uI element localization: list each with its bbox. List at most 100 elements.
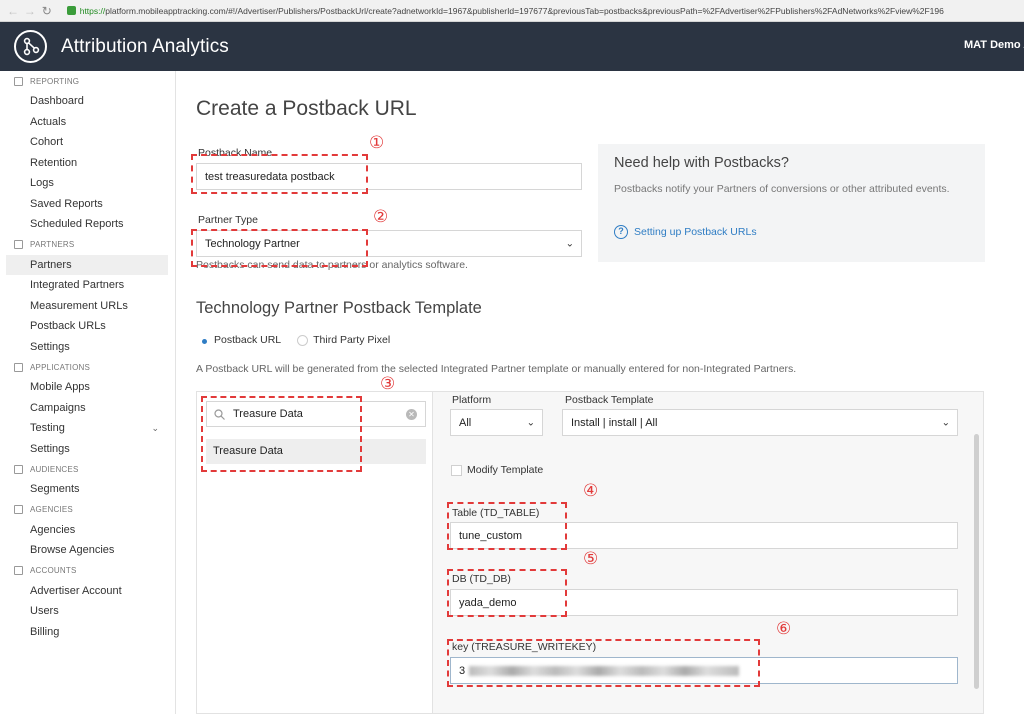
sidebar-item-agencies[interactable]: Agencies [0,520,175,541]
sidebar-item-label: Settings [30,442,70,455]
search-value: Treasure Data [233,408,303,420]
sidebar-item-label: Campaigns [30,401,86,414]
template-panel: Treasure Data ✕ Treasure Data Platform A… [196,391,984,714]
sidebar-item-label: Users [30,605,59,617]
sidebar-section-agencies: AGENCIES [0,500,175,520]
sidebar-item-settings[interactable]: Settings [0,439,175,460]
template-config-pane: Platform All ⌄ Postback Template Install… [433,392,983,713]
back-icon[interactable]: ← [6,4,20,18]
radio-postback-url-label[interactable]: Postback URL [214,334,281,346]
sidebar-item-label: Logs [30,177,54,189]
key-input[interactable]: 3 [450,657,958,684]
sidebar-item-label: Retention [30,156,78,169]
sidebar-item-label: Testing [30,422,65,434]
radio-third-party-pixel[interactable] [297,334,309,346]
postback-name-input[interactable]: test treasuredata postback [196,163,582,190]
section-icon [14,76,23,86]
db-input[interactable]: yada_demo [450,589,958,616]
app-header: Attribution Analytics MAT Demo A [0,22,1024,71]
sidebar-item-users[interactable]: Users [0,601,175,622]
sidebar-item-label: Segments [30,483,80,495]
clear-icon[interactable]: ✕ [406,409,417,420]
sidebar-item-advertiser-account[interactable]: Advertiser Account [0,581,175,602]
sidebar-item-browse-agencies[interactable]: Browse Agencies [0,540,175,561]
modify-template-checkbox[interactable] [451,464,462,476]
chevron-down-icon: ⌄ [526,417,535,428]
partner-type-label: Partner Type [198,214,258,226]
sidebar-item-dashboard[interactable]: Dashboard [0,91,175,112]
main-content: Create a Postback URL Postback Name test… [196,71,1024,714]
address-bar[interactable]: https://platform.mobileapptracking.com/#… [80,6,1024,16]
sidebar-item-saved-reports[interactable]: Saved Reports [0,194,175,215]
sidebar-item-partners[interactable]: Partners [6,254,168,275]
radio-third-party-pixel-label[interactable]: Third Party Pixel [313,334,390,346]
sidebar-item-integrated-partners[interactable]: Integrated Partners [0,275,175,296]
partner-type-select[interactable]: Technology Partner ⌄ [196,230,582,257]
sidebar-item-label: Advertiser Account [30,584,122,597]
platform-value: All [459,416,472,429]
sidebar-item-segments[interactable]: Segments [0,479,175,500]
sidebar-item-postback-urls[interactable]: Postback URLs [0,316,175,337]
sidebar-item-label: Dashboard [30,95,84,107]
sidebar-item-settings[interactable]: Settings [0,337,175,358]
platform-select[interactable]: All ⌄ [450,409,543,436]
sidebar-section-applications: APPLICATIONS [0,357,175,377]
lock-icon [66,6,76,15]
sidebar-section-title: REPORTING [30,76,80,86]
sidebar-item-label: Integrated Partners [30,279,125,291]
sidebar-item-testing[interactable]: Testing ⌄ [0,418,175,439]
forward-icon[interactable]: → [23,4,37,18]
postback-template-select[interactable]: Install | install | All ⌄ [562,409,958,436]
chevron-down-icon: ⌄ [151,423,159,433]
sidebar-section-accounts: ACCOUNTS [0,561,175,581]
db-label: DB (TD_DB) [452,573,511,585]
sidebar-item-label: Browse Agencies [30,544,115,556]
key-value-prefix: 3 [459,664,466,677]
sidebar-item-scheduled-reports[interactable]: Scheduled Reports [0,214,175,235]
sidebar-item-logs[interactable]: Logs [0,173,175,194]
reload-icon[interactable]: ↻ [40,4,54,18]
postback-template-value: Install | install | All [571,416,658,429]
sidebar: REPORTING Dashboard Actuals Cohort Retention… [0,71,176,714]
sidebar-section-title: AUDIENCES [30,464,79,474]
help-panel: Need help with Postbacks? Postbacks noti… [598,144,985,262]
sidebar-item-measurement-urls[interactable]: Measurement URLs [0,296,175,317]
postback-name-label: Postback Name [198,147,273,159]
help-link[interactable]: ? Setting up Postback URLs [614,225,757,239]
sidebar-item-actuals[interactable]: Actuals [0,112,175,133]
section-icon [14,362,23,372]
sidebar-item-label: Partners [30,258,72,271]
sidebar-section-reporting: REPORTING [0,71,175,91]
partner-type-value: Technology Partner [205,237,300,250]
sidebar-section-audiences: AUDIENCES [0,459,175,479]
modify-template-label[interactable]: Modify Template [467,464,543,476]
sidebar-section-title: AGENCIES [30,505,73,514]
postback-type-radio-group: Postback URL Third Party Pixel [198,334,406,346]
account-menu[interactable]: MAT Demo A [964,39,1024,51]
sidebar-item-cohort[interactable]: Cohort [0,132,175,153]
sidebar-item-label: Postback URLs [30,320,106,332]
sidebar-section-title: APPLICATIONS [30,362,91,372]
sidebar-item-label: Mobile Apps [30,381,90,393]
partner-search-input[interactable]: Treasure Data ✕ [206,401,426,427]
sidebar-item-label: Saved Reports [30,197,103,210]
section-icon [14,566,23,575]
modify-template-row: Modify Template [451,464,543,476]
platform-label: Platform [452,394,492,406]
sidebar-item-mobile-apps[interactable]: Mobile Apps [0,377,175,398]
app-logo-icon[interactable] [14,30,47,63]
sidebar-item-billing[interactable]: Billing [0,622,175,643]
postback-template-label: Postback Template [565,394,654,406]
scrollbar[interactable] [974,434,979,689]
partner-search-pane: Treasure Data ✕ Treasure Data [197,392,433,713]
help-title: Need help with Postbacks? [614,155,789,171]
table-label: Table (TD_TABLE) [452,507,540,519]
radio-postback-url[interactable] [198,334,209,346]
browser-toolbar: ← → ↻ https://platform.mobileapptracking… [0,0,1024,22]
partner-result-item[interactable]: Treasure Data [206,439,426,464]
sidebar-item-label: Measurement URLs [30,299,128,312]
sidebar-item-label: Scheduled Reports [30,218,124,230]
sidebar-item-retention[interactable]: Retention [0,153,175,174]
table-input[interactable]: tune_custom [450,522,958,549]
sidebar-item-campaigns[interactable]: Campaigns [0,398,175,419]
